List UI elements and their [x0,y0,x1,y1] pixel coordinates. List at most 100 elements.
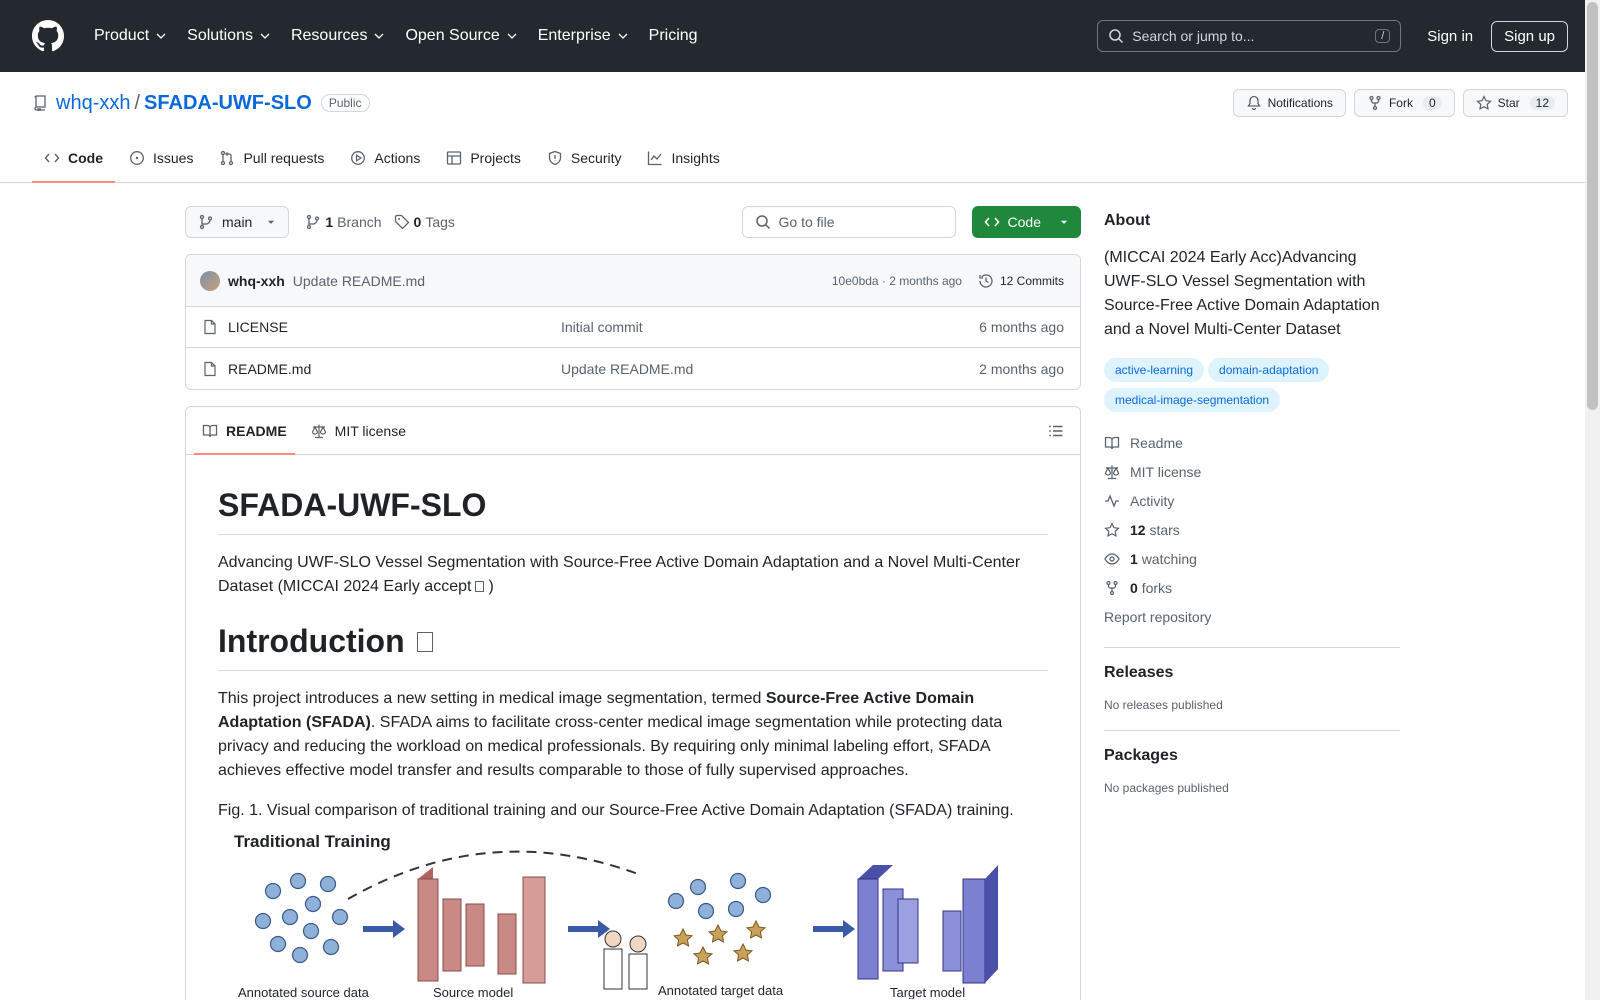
commit-message[interactable]: Update README.md [293,273,425,289]
tab-code[interactable]: Code [32,134,115,183]
figure-caption: Fig. 1. Visual comparison of traditional… [218,802,1014,819]
file-commit-message[interactable]: Update README.md [561,361,979,377]
repo-title-row: whq-xxh / SFADA-UWF-SLO Public Notificat… [32,72,1568,134]
dashed-arrow [347,850,639,900]
tags-link[interactable]: 0 Tags [394,214,455,230]
report-repository-link[interactable]: Report repository [1104,602,1400,631]
notifications-button[interactable]: Notifications [1232,89,1346,117]
activity-link[interactable]: Activity [1104,486,1400,515]
stars-link[interactable]: 12 stars [1104,515,1400,544]
watchers-link[interactable]: 1 watching [1104,544,1400,573]
table-icon [447,151,462,165]
topic-tag[interactable]: domain-adaptation [1208,358,1330,382]
code-dropdown-button[interactable]: Code [971,206,1081,238]
topic-tag[interactable]: active-learning [1104,358,1205,382]
nav-product[interactable]: Product [86,21,175,51]
readme-link[interactable]: Readme [1104,428,1400,457]
file-commit-message[interactable]: Initial commit [561,319,979,335]
commit-meta[interactable]: 10e0bda · 2 months ago [832,274,962,288]
chevron-down-icon [507,33,517,39]
search-shortcut: / [1375,29,1391,43]
branches-link[interactable]: 1 Branch [305,214,382,230]
tab-pull-requests[interactable]: Pull requests [207,134,336,182]
tab-insights[interactable]: Insights [635,134,731,182]
target-data-dots [667,872,772,920]
figure-title: Traditional Training [234,832,391,851]
emoji-icon [475,581,485,593]
scrollbar-thumb[interactable] [1587,2,1598,410]
tab-readme[interactable]: README [194,407,295,455]
file-name[interactable]: LICENSE [228,319,561,335]
global-search[interactable]: Search or jump to... / [1097,20,1402,52]
source-data-dots [254,872,349,964]
figure-label: Target model [890,985,965,999]
tab-security[interactable]: Security [535,134,634,182]
releases-empty: No releases published [1104,698,1223,712]
repo-actions: Notifications Fork 0 Star 12 [1232,89,1568,117]
license-link[interactable]: MIT license [1104,457,1400,486]
tab-license[interactable]: MIT license [303,407,414,454]
packages-heading[interactable]: Packages [1104,747,1400,765]
caret-down-icon [1060,220,1068,224]
play-icon [351,151,366,165]
readme-tabs: README MIT license [186,407,1080,455]
commits-link[interactable]: 12 Commits [978,273,1064,289]
sign-up-button[interactable]: Sign up [1491,20,1568,52]
caret-down-icon [268,220,275,224]
chevron-down-icon [156,33,166,39]
target-data-stars [672,919,767,965]
forks-link[interactable]: 0 forks [1104,573,1400,602]
table-row[interactable]: README.md Update README.md 2 months ago [186,348,1080,389]
repo-owner-link[interactable]: whq-xxh [56,92,130,115]
history-icon [979,273,993,288]
file-name[interactable]: README.md [228,361,561,377]
graph-icon [648,151,662,166]
repo-name-link[interactable]: SFADA-UWF-SLO [144,92,312,115]
readme-content: SFADA-UWF-SLO Advancing UWF-SLO Vessel S… [186,455,1080,1000]
file-icon [204,319,216,335]
branch-selector[interactable]: main [185,206,290,238]
arrow-right-icon [813,920,855,938]
nav-resources[interactable]: Resources [283,21,393,51]
nav-open-source[interactable]: Open Source [397,21,525,51]
tag-icon [394,214,409,230]
releases-heading[interactable]: Releases [1104,664,1400,682]
commit-author[interactable]: whq-xxh [228,273,285,289]
file-commit-time: 6 months ago [979,319,1064,335]
topic-tag[interactable]: medical-image-segmentation [1104,388,1281,412]
chevron-down-icon [374,33,384,39]
repo-header: whq-xxh / SFADA-UWF-SLO Public Notificat… [0,72,1600,183]
topics-list: active-learning domain-adaptation medica… [1104,358,1400,412]
fork-icon [1106,580,1118,595]
outline-button[interactable] [1048,407,1072,454]
about-description: (MICCAI 2024 Early Acc)Advancing UWF-SLO… [1104,249,1380,338]
tab-actions[interactable]: Actions [338,134,432,182]
global-nav: Product Solutions Resources Open Source … [86,21,706,51]
nav-enterprise[interactable]: Enterprise [530,21,637,51]
file-icon [204,361,216,376]
figure-label: Annotated target data [658,983,784,998]
avatar[interactable] [200,270,220,291]
github-logo-icon[interactable] [32,20,64,52]
file-commit-time: 2 months ago [979,360,1064,377]
about-heading: About [1104,212,1151,229]
eye-icon [1104,552,1120,565]
go-to-file-input[interactable]: Go to file [741,206,956,238]
table-row[interactable]: LICENSE Initial commit 6 months ago [186,307,1080,348]
divider [1104,647,1400,648]
readme-intro: Advancing UWF-SLO Vessel Segmentation wi… [218,554,1021,595]
nav-solutions[interactable]: Solutions [179,21,279,51]
arrow-right-icon [363,920,405,938]
fork-button[interactable]: Fork 0 [1353,89,1455,117]
star-button[interactable]: Star 12 [1462,89,1568,117]
repo-icon [34,95,46,111]
divider [1104,730,1400,731]
packages-empty: No packages published [1104,781,1229,795]
target-model [857,865,998,984]
tab-issues[interactable]: Issues [117,134,205,182]
page-scrollbar[interactable] [1585,0,1600,1000]
tab-projects[interactable]: Projects [434,134,533,182]
sign-in-link[interactable]: Sign in [1417,22,1483,51]
visibility-badge: Public [320,94,370,112]
nav-pricing[interactable]: Pricing [641,21,706,51]
